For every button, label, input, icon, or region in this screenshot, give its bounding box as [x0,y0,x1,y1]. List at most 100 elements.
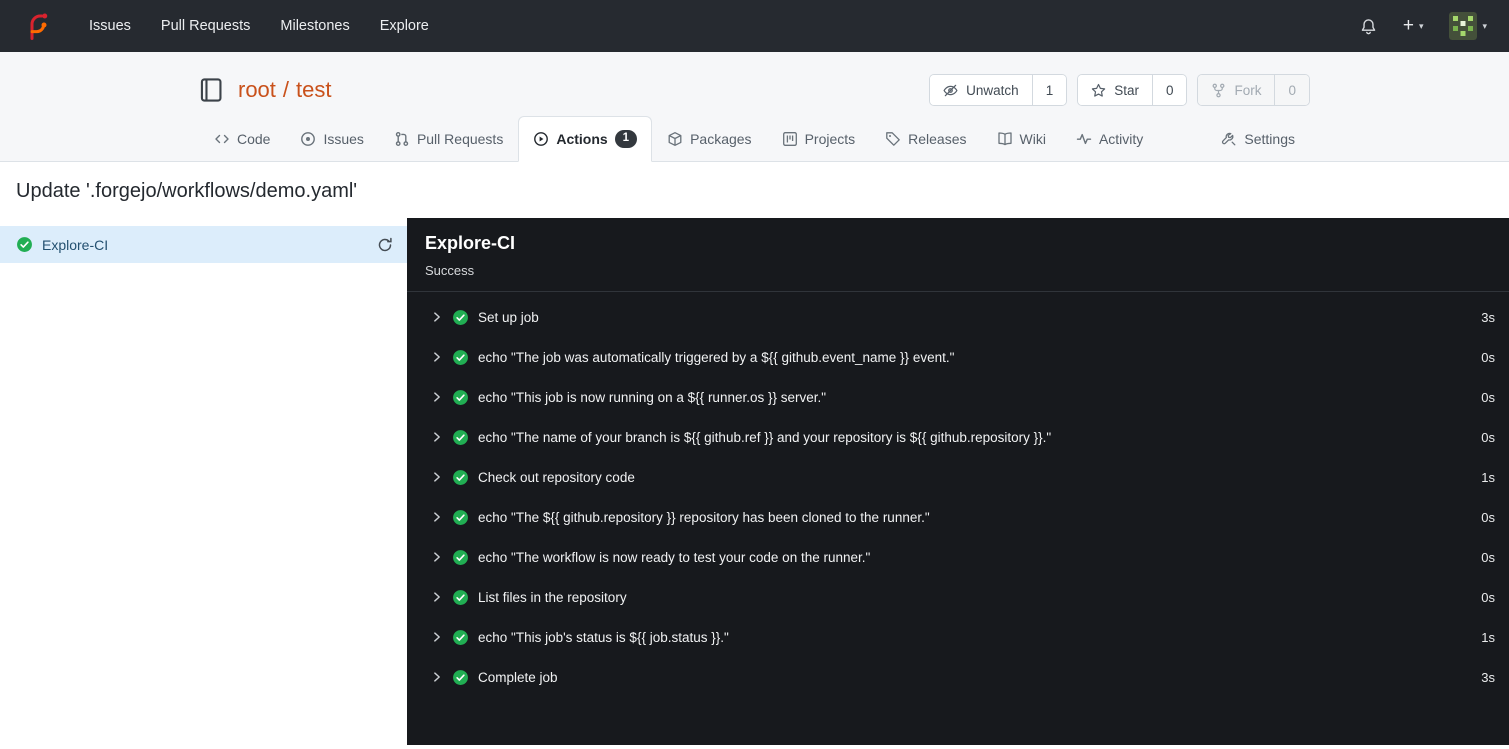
star-label: Star [1114,82,1139,98]
tab-wiki[interactable]: Wiki [982,116,1061,162]
step-duration: 1s [1481,629,1495,645]
jobs-sidebar: Explore-CI [0,218,407,745]
git-fork-icon [1211,83,1226,98]
star-button[interactable]: Star [1078,75,1152,105]
run-layout: Explore-CI Explore-CI Success Set up job… [0,218,1509,745]
step-row[interactable]: Check out repository code 1s [407,457,1509,497]
step-row[interactable]: List files in the repository 0s [407,577,1509,617]
repo-journal-icon [199,77,225,103]
fork-button[interactable]: Fork [1198,75,1275,105]
star-button-group: Star 0 [1077,74,1188,106]
chevron-down-icon: ▾ [1482,20,1487,31]
tab-releases[interactable]: Releases [870,116,981,162]
tab-projects[interactable]: Projects [767,116,871,162]
step-label: Set up job [478,309,539,325]
nav-item-issues[interactable]: Issues [74,9,146,43]
project-board-icon [782,131,798,147]
nav-item-milestones[interactable]: Milestones [265,9,364,43]
tab-label: Wiki [1019,131,1046,147]
tab-pull-requests[interactable]: Pull Requests [379,116,518,162]
tab-code[interactable]: Code [199,116,285,162]
step-success-icon [452,589,469,606]
tab-activity[interactable]: Activity [1061,116,1158,162]
tab-settings[interactable]: Settings [1206,116,1310,162]
step-row[interactable]: Complete job 3s [407,657,1509,697]
user-menu[interactable]: ▾ [1449,12,1487,40]
chevron-right-icon [430,510,444,524]
job-label: Explore-CI [42,236,109,253]
step-label: echo "This job is now running on a ${{ r… [478,389,827,405]
tab-packages[interactable]: Packages [652,116,766,162]
top-navbar: Issues Pull Requests Milestones Explore … [0,0,1509,52]
forks-count[interactable]: 0 [1274,75,1309,105]
repo-tabs: Code Issues Pull Requests Actions 1 Pack… [191,116,1318,162]
tab-label: Actions [556,131,608,147]
stars-count[interactable]: 0 [1151,75,1187,105]
watch-button-group: Unwatch 1 [929,74,1068,106]
chevron-right-icon [430,350,444,364]
step-success-icon [452,629,469,646]
step-success-icon [452,429,469,446]
create-new-menu[interactable]: + ▾ [1403,15,1424,37]
steps-list: Set up job 3s echo "The job was automati… [407,292,1509,697]
navbar-links: Issues Pull Requests Milestones Explore [74,9,444,43]
unwatch-label: Unwatch [966,82,1019,98]
chevron-right-icon [430,310,444,324]
play-circle-icon [533,131,549,147]
step-label: echo "The workflow is now ready to test … [478,549,871,565]
tabs-spacer [1158,116,1206,161]
step-duration: 1s [1481,469,1495,485]
step-row[interactable]: echo "This job is now running on a ${{ r… [407,377,1509,417]
repo-action-buttons: Unwatch 1 Star 0 Fork 0 [929,74,1310,106]
forgejo-logo[interactable] [22,11,52,41]
chevron-down-icon: ▾ [1418,20,1424,31]
job-item-explore-ci[interactable]: Explore-CI [0,226,407,263]
rerun-refresh-icon[interactable] [377,237,393,253]
job-success-icon [16,236,33,253]
tab-label: Releases [908,131,967,147]
tab-label: Activity [1098,131,1144,147]
run-title-section: Update '.forgejo/workflows/demo.yaml' [0,162,1509,218]
chevron-right-icon [430,470,444,484]
pull-request-icon [394,131,410,147]
chevron-right-icon [430,550,444,564]
tab-issues[interactable]: Issues [285,116,378,162]
tab-label: Code [237,131,271,147]
watchers-count[interactable]: 1 [1031,75,1067,105]
fork-label: Fork [1234,82,1262,98]
navbar-right: + ▾ ▾ [1360,12,1487,40]
nav-item-explore[interactable]: Explore [365,9,444,43]
step-row[interactable]: Set up job 3s [407,297,1509,337]
notifications-bell-icon[interactable] [1360,18,1377,35]
unwatch-button[interactable]: Unwatch [930,75,1032,105]
chevron-right-icon [430,590,444,604]
step-row[interactable]: echo "The ${{ github.repository }} repos… [407,497,1509,537]
step-label: echo "This job's status is ${{ job.statu… [478,629,729,645]
step-duration: 0s [1481,389,1495,405]
step-duration: 3s [1481,309,1495,325]
book-open-icon [997,131,1013,147]
step-row[interactable]: echo "The name of your branch is ${{ git… [407,417,1509,457]
tools-icon [1221,131,1237,147]
chevron-right-icon [430,390,444,404]
step-row[interactable]: echo "The job was automatically triggere… [407,337,1509,377]
step-row[interactable]: echo "The workflow is now ready to test … [407,537,1509,577]
step-label: List files in the repository [478,589,627,605]
step-duration: 0s [1481,549,1495,565]
step-duration: 0s [1481,429,1495,445]
repo-name-link[interactable]: test [296,77,331,103]
step-label: Check out repository code [478,469,635,485]
nav-item-pull-requests[interactable]: Pull Requests [146,9,265,43]
page-title: Update '.forgejo/workflows/demo.yaml' [16,180,358,202]
step-row[interactable]: echo "This job's status is ${{ job.statu… [407,617,1509,657]
fork-button-group: Fork 0 [1197,74,1310,106]
star-icon [1091,83,1106,98]
step-success-icon [452,669,469,686]
eye-slash-icon [943,83,958,98]
repo-owner-link[interactable]: root [238,77,276,103]
tab-actions[interactable]: Actions 1 [518,116,653,162]
step-duration: 0s [1481,589,1495,605]
step-success-icon [452,469,469,486]
step-label: echo "The job was automatically triggere… [478,349,955,365]
step-duration: 0s [1481,349,1495,365]
